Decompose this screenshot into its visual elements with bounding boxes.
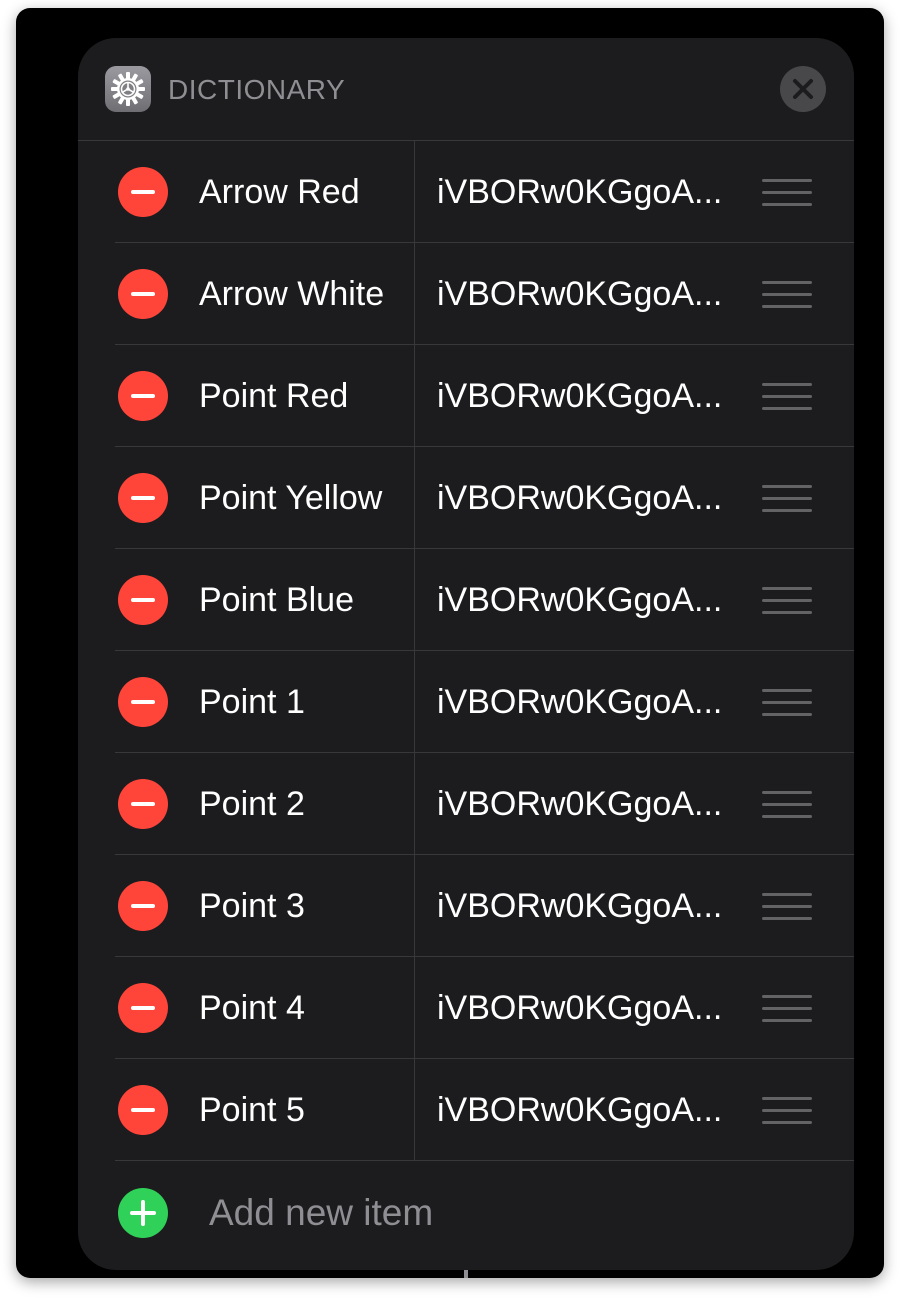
item-key[interactable]: Point 2: [199, 753, 305, 855]
minus-icon: [131, 292, 155, 296]
minus-icon: [131, 1108, 155, 1112]
column-divider: [414, 957, 415, 1059]
remove-item-button[interactable]: [118, 371, 168, 421]
remove-item-button[interactable]: [118, 881, 168, 931]
remove-item-button[interactable]: [118, 677, 168, 727]
plus-icon: [130, 1200, 156, 1226]
remove-item-button[interactable]: [118, 575, 168, 625]
drag-handle-icon[interactable]: [762, 995, 812, 1023]
drag-handle-icon[interactable]: [762, 689, 812, 717]
dictionary-row: Point Blue iVBORw0KGgoA...: [78, 549, 854, 651]
minus-icon: [131, 1006, 155, 1010]
minus-icon: [131, 190, 155, 194]
connector-line: [464, 1270, 468, 1278]
item-key[interactable]: Point 1: [199, 651, 305, 753]
minus-icon: [131, 496, 155, 500]
dictionary-row: Point 5 iVBORw0KGgoA...: [78, 1059, 854, 1161]
column-divider: [414, 447, 415, 549]
item-value[interactable]: iVBORw0KGgoA...: [437, 855, 725, 957]
column-divider: [414, 855, 415, 957]
dictionary-row: Arrow White iVBORw0KGgoA...: [78, 243, 854, 345]
item-value[interactable]: iVBORw0KGgoA...: [437, 345, 725, 447]
item-value[interactable]: iVBORw0KGgoA...: [437, 447, 725, 549]
item-value[interactable]: iVBORw0KGgoA...: [437, 651, 725, 753]
item-key[interactable]: Point Yellow: [199, 447, 382, 549]
drag-handle-icon[interactable]: [762, 1097, 812, 1125]
dictionary-row: Point 2 iVBORw0KGgoA...: [78, 753, 854, 855]
dictionary-row: Point 1 iVBORw0KGgoA...: [78, 651, 854, 753]
column-divider: [414, 1059, 415, 1161]
drag-handle-icon[interactable]: [762, 791, 812, 819]
drag-handle-icon[interactable]: [762, 485, 812, 513]
dictionary-row: Arrow Red iVBORw0KGgoA...: [78, 141, 854, 243]
column-divider: [414, 243, 415, 345]
close-button[interactable]: [780, 66, 826, 112]
item-key[interactable]: Point 4: [199, 957, 305, 1059]
item-value[interactable]: iVBORw0KGgoA...: [437, 549, 725, 651]
dictionary-row: Point 4 iVBORw0KGgoA...: [78, 957, 854, 1059]
item-key[interactable]: Point 5: [199, 1059, 305, 1161]
item-value[interactable]: iVBORw0KGgoA...: [437, 243, 725, 345]
column-divider: [414, 141, 415, 243]
drag-handle-icon[interactable]: [762, 179, 812, 207]
remove-item-button[interactable]: [118, 473, 168, 523]
dictionary-row: Point Red iVBORw0KGgoA...: [78, 345, 854, 447]
item-value[interactable]: iVBORw0KGgoA...: [437, 1059, 725, 1161]
gear-icon: [105, 66, 151, 112]
window-frame: DICTIONARY Arrow Red iVBORw0KGgoA... Arr…: [16, 8, 884, 1278]
minus-icon: [131, 394, 155, 398]
dictionary-list: Arrow Red iVBORw0KGgoA... Arrow White iV…: [78, 141, 854, 1265]
minus-icon: [131, 598, 155, 602]
item-value[interactable]: iVBORw0KGgoA...: [437, 957, 725, 1059]
drag-handle-icon[interactable]: [762, 893, 812, 921]
remove-item-button[interactable]: [118, 983, 168, 1033]
remove-item-button[interactable]: [118, 269, 168, 319]
item-key[interactable]: Arrow Red: [199, 141, 360, 243]
dictionary-row: Point Yellow iVBORw0KGgoA...: [78, 447, 854, 549]
column-divider: [414, 549, 415, 651]
close-icon: [793, 79, 813, 99]
minus-icon: [131, 904, 155, 908]
item-key[interactable]: Point Red: [199, 345, 348, 447]
dictionary-card: DICTIONARY Arrow Red iVBORw0KGgoA... Arr…: [78, 38, 854, 1270]
header-title: DICTIONARY: [168, 74, 346, 105]
column-divider: [414, 345, 415, 447]
item-key[interactable]: Arrow White: [199, 243, 384, 345]
drag-handle-icon[interactable]: [762, 587, 812, 615]
drag-handle-icon[interactable]: [762, 281, 812, 309]
remove-item-button[interactable]: [118, 167, 168, 217]
column-divider: [414, 753, 415, 855]
drag-handle-icon[interactable]: [762, 383, 812, 411]
column-divider: [414, 651, 415, 753]
item-key[interactable]: Point 3: [199, 855, 305, 957]
card-header: DICTIONARY: [78, 38, 854, 141]
item-value[interactable]: iVBORw0KGgoA...: [437, 141, 725, 243]
add-item-button[interactable]: [118, 1188, 168, 1238]
minus-icon: [131, 700, 155, 704]
dictionary-row: Point 3 iVBORw0KGgoA...: [78, 855, 854, 957]
remove-item-button[interactable]: [118, 779, 168, 829]
add-new-item-label: Add new item: [209, 1192, 434, 1233]
add-new-item-row[interactable]: Add new item: [78, 1161, 854, 1265]
item-key[interactable]: Point Blue: [199, 549, 354, 651]
remove-item-button[interactable]: [118, 1085, 168, 1135]
minus-icon: [131, 802, 155, 806]
item-value[interactable]: iVBORw0KGgoA...: [437, 753, 725, 855]
